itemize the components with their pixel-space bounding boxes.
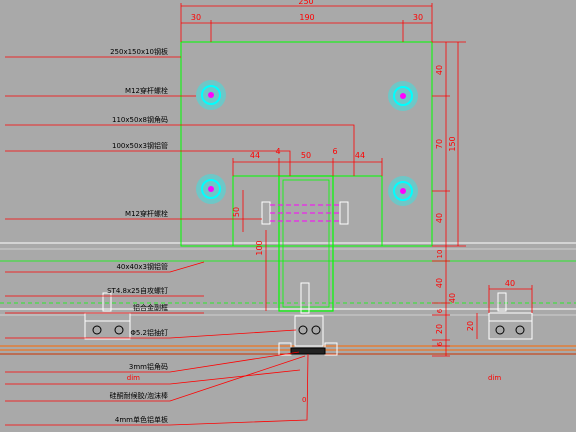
dim-right-1: 40 (435, 65, 444, 75)
label-steel-plate: 250x150x10钢板 (110, 47, 168, 56)
dim-right-8: 20 (435, 324, 444, 334)
through-bolt (261, 201, 349, 225)
label-angle-bracket: 110x50x8钢角码 (112, 115, 168, 124)
dim-top-middle: 190 (299, 13, 314, 22)
dim-right-2: 70 (435, 139, 444, 149)
dim-small-clip: 40 (505, 279, 515, 288)
dim-right-9: 6 (436, 341, 444, 346)
label-angle-code: 3mm铝角码 (129, 362, 168, 371)
label-dim-left: dim (127, 374, 140, 382)
dim-right-4: 10 (436, 250, 444, 259)
dim-inner-a: 44 (250, 151, 260, 160)
dim-top-left: 30 (191, 13, 201, 22)
cad-drawing: 250 30 190 30 44 4 50 6 44 50 100 40 70 … (0, 0, 576, 432)
dim-vertical-post: 100 (255, 240, 264, 255)
dim-top-right: 30 (413, 13, 423, 22)
bolt-hole-bottom-right (388, 176, 418, 206)
dim-inner-b: 4 (275, 147, 280, 156)
bolt-hole-top-right (388, 81, 418, 111)
dim-text-right: dim (488, 374, 501, 382)
label-sealant: 硅酮耐候胶/泡沫棒 (110, 391, 168, 400)
dim-overall: 250 (298, 0, 313, 6)
label-aluminum-panel: 4mm单色铝单板 (115, 415, 168, 424)
dim-right-6: 40 (448, 293, 457, 303)
bolt-hole-top-left (196, 80, 226, 110)
label-bolt-top: M12穿杆螺栓 (125, 86, 168, 95)
label-small-tube: 40x40x3钢铝管 (116, 262, 168, 271)
label-rivet: Φ5.2铝抽钉 (130, 328, 168, 337)
drawing-background (0, 0, 576, 432)
bolt-hole-bottom-left (196, 174, 226, 204)
dim-inner-c: 50 (301, 151, 311, 160)
dim-right-5: 40 (435, 278, 444, 288)
dim-inner-d: 6 (332, 147, 337, 156)
dim-right-total: 150 (448, 136, 457, 151)
label-bolt-through: M12穿杆螺栓 (125, 209, 168, 218)
dim-vertical-left: 50 (232, 207, 241, 217)
dim-right-3: 40 (435, 213, 444, 223)
dim-right-7: 6 (436, 308, 444, 313)
label-steel-tube: 100x50x3钢铝管 (112, 141, 168, 150)
dim-inner-e: 44 (355, 151, 365, 160)
center-zero: 0 (302, 396, 306, 404)
label-subframe: 铝合金副框 (133, 303, 168, 312)
label-screw: ST4.8x25自攻螺钉 (107, 286, 168, 295)
dim-clip-height: 20 (466, 321, 475, 331)
